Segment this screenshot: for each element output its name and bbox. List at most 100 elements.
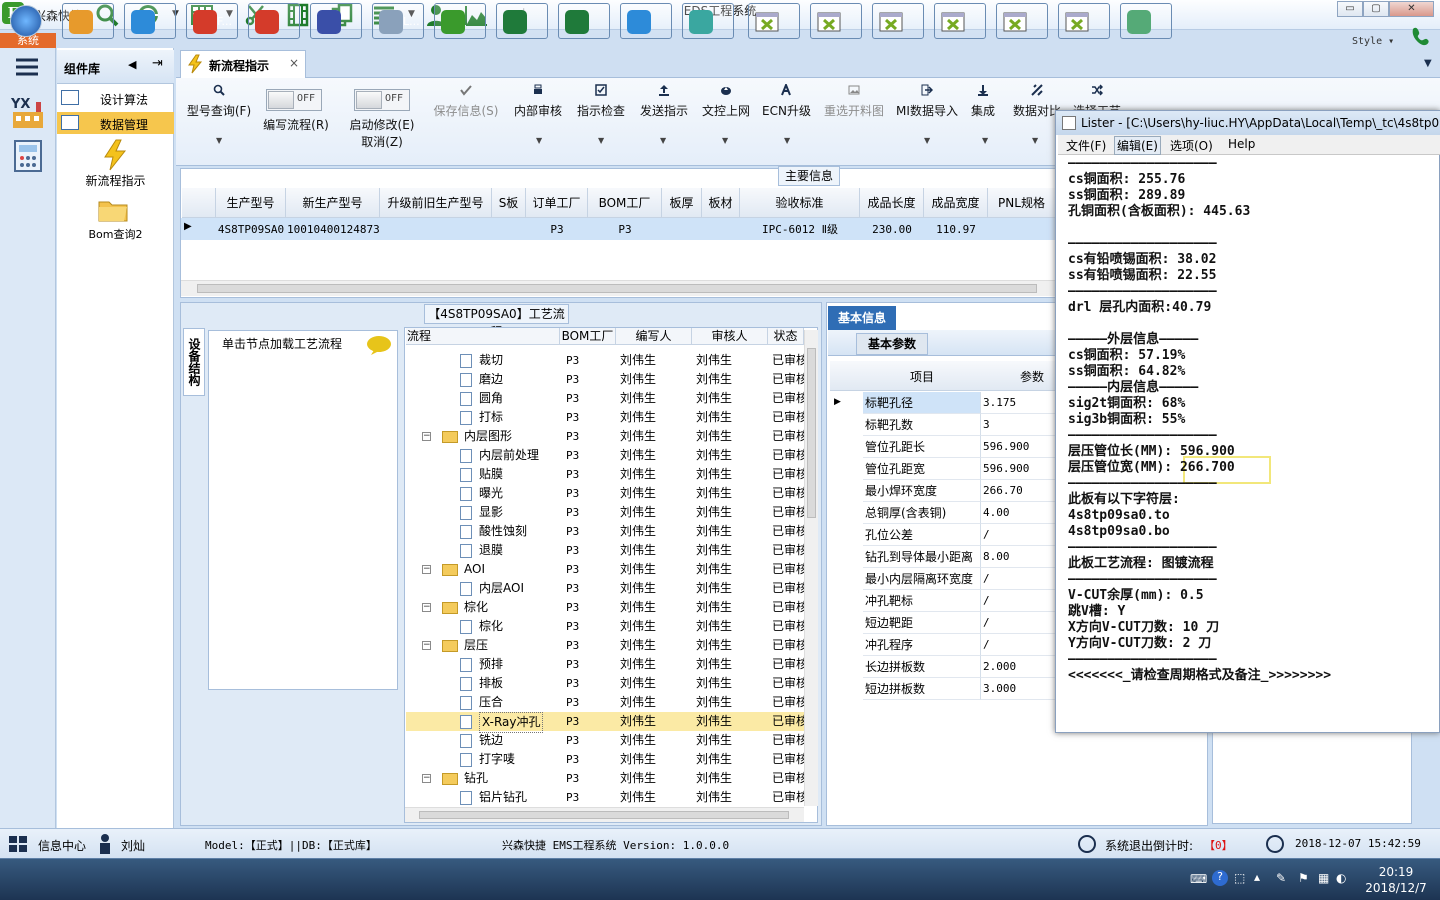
tab-basic-params[interactable]: 基本参数 (856, 333, 928, 355)
tree-row[interactable]: 磨边 P3 刘伟生 刘伟生 已审核 (406, 370, 808, 389)
tree-row[interactable]: X-Ray冲孔 P3 刘伟生 刘伟生 已审核 (406, 712, 808, 733)
tab-basic-info[interactable]: 基本信息 (828, 306, 896, 330)
scrollbar-thumb[interactable] (197, 284, 1037, 293)
tree-row[interactable]: 打标 P3 刘伟生 刘伟生 已审核 (406, 408, 808, 427)
param-row[interactable]: 标靶孔径 3.175 (830, 392, 1055, 414)
taskbar-button[interactable] (996, 3, 1048, 39)
collapse-icon[interactable]: − (422, 603, 431, 612)
param-value[interactable]: 3.175 (981, 392, 1055, 414)
collapse-icon[interactable]: − (422, 565, 431, 574)
param-row[interactable]: 冲孔靶标 / (830, 590, 1055, 612)
chevron-down-icon[interactable]: ▼ (660, 136, 666, 145)
nav-big-bom-query[interactable]: Bom查询2 (57, 226, 174, 242)
vertical-scrollbar[interactable] (804, 330, 818, 806)
taskbar-button[interactable] (682, 3, 734, 39)
scrollbar-thumb[interactable] (419, 811, 789, 819)
column-header[interactable]: 成品宽度 (924, 188, 988, 218)
table-cell[interactable]: P3 (589, 220, 661, 240)
hamburger-menu-icon[interactable] (14, 56, 40, 78)
column-header[interactable]: BOM工厂 (560, 328, 616, 345)
param-row[interactable]: 短边靶距 / (830, 612, 1055, 634)
type-query-button[interactable]: 型号查询(F) (184, 84, 254, 119)
tree-row[interactable]: 圆角 P3 刘伟生 刘伟生 已审核 (406, 389, 808, 408)
collapse-icon[interactable]: − (422, 432, 431, 441)
column-header[interactable]: 审核人 (692, 328, 768, 345)
param-row[interactable]: 钻孔到导体最小距离 8.00 (830, 546, 1055, 568)
taskbar-button[interactable] (124, 3, 176, 39)
help-icon[interactable]: ? (1212, 870, 1228, 886)
tree-row[interactable]: − 钻孔 P3 刘伟生 刘伟生 已审核 (406, 769, 808, 788)
taskbar-button[interactable] (310, 3, 362, 39)
taskbar-button[interactable] (4, 3, 48, 39)
ribbon-button-2[interactable]: 内部审核 (512, 84, 564, 119)
table-cell[interactable]: 4S8TP09SA0 (217, 220, 285, 240)
taskbar-button[interactable] (434, 3, 486, 39)
network-icon[interactable]: ▦ (1318, 871, 1329, 885)
taskbar-button[interactable] (1058, 3, 1110, 39)
taskbar-button[interactable] (872, 3, 924, 39)
column-header[interactable]: 成品长度 (860, 188, 924, 218)
param-row[interactable]: 最小焊环宽度 266.70 (830, 480, 1055, 502)
tree-row[interactable]: 曝光 P3 刘伟生 刘伟生 已审核 (406, 484, 808, 503)
nav-item-data-management[interactable]: 数据管理 (57, 112, 174, 134)
lister-menu-options[interactable]: 选项(O) (1170, 137, 1213, 154)
minimize-button[interactable]: ▭ (1337, 1, 1363, 17)
tree-row[interactable]: 棕化 P3 刘伟生 刘伟生 已审核 (406, 617, 808, 636)
chevron-down-icon[interactable]: ▼ (924, 136, 930, 145)
lister-menu-help[interactable]: Help (1228, 137, 1255, 151)
param-row[interactable]: 短边拼板数 3.000 (830, 678, 1055, 700)
collapse-icon[interactable]: − (422, 774, 431, 783)
chevron-down-icon[interactable]: ▼ (598, 136, 604, 145)
column-header[interactable]: 流程 (406, 328, 560, 345)
phone-icon[interactable] (1410, 26, 1432, 46)
nav-item-design-algorithm[interactable]: 设计算法 (57, 87, 174, 109)
param-row[interactable]: 管位孔距宽 596.900 (830, 458, 1055, 480)
taskbar-button[interactable] (248, 3, 300, 39)
param-value[interactable]: 266.70 (981, 480, 1055, 502)
tree-row[interactable]: − 内层图形 P3 刘伟生 刘伟生 已审核 (406, 427, 808, 446)
column-header[interactable]: 新生产型号 (286, 188, 380, 218)
param-value[interactable]: / (981, 612, 1055, 634)
chevron-down-icon[interactable]: ▼ (216, 136, 222, 145)
lister-menu-file[interactable]: 文件(F) (1066, 137, 1106, 154)
param-row[interactable]: 冲孔程序 / (830, 634, 1055, 656)
tree-row[interactable]: 酸性蚀刻 P3 刘伟生 刘伟生 已审核 (406, 522, 808, 541)
tray-arrow-icon[interactable]: ▴ (1254, 870, 1260, 884)
param-value[interactable]: 596.900 (981, 458, 1055, 480)
tree-row[interactable]: 裁切 P3 刘伟生 刘伟生 已审核 (406, 351, 808, 370)
tree-row[interactable]: 内层前处理 P3 刘伟生 刘伟生 已审核 (406, 446, 808, 465)
taskbar-button[interactable] (1120, 3, 1172, 39)
close-button[interactable]: ✕ (1389, 1, 1434, 17)
ribbon-button-1[interactable]: 保存信息(S) (430, 84, 502, 119)
ribbon-button-8[interactable]: MI数据导入 (892, 84, 962, 119)
taskbar-button[interactable] (62, 3, 114, 39)
column-header[interactable]: 升级前旧生产型号 (380, 188, 492, 218)
param-value[interactable]: / (981, 568, 1055, 590)
lightning-icon[interactable] (102, 139, 128, 171)
param-row[interactable]: 孔位公差 / (830, 524, 1055, 546)
tree-row[interactable]: 预排 P3 刘伟生 刘伟生 已审核 (406, 655, 808, 674)
param-value[interactable]: / (981, 590, 1055, 612)
tab-close-icon[interactable]: × (289, 56, 299, 70)
pen-icon[interactable]: ✎ (1276, 871, 1286, 885)
param-row[interactable]: 管位孔距长 596.900 (830, 436, 1055, 458)
taskbar-clock[interactable]: 20:19 2018/12/7 (1358, 864, 1434, 896)
table-cell[interactable]: 230.00 (861, 220, 923, 240)
ribbon-button-9[interactable]: 集成 (968, 84, 998, 119)
chevron-down-icon[interactable]: ▼ (982, 136, 988, 145)
column-header[interactable]: 编写人 (616, 328, 692, 345)
yx-factory-icon[interactable]: YX (10, 94, 46, 130)
column-header[interactable]: BOM工厂 (588, 188, 662, 218)
style-dropdown[interactable]: Style ▾ (1352, 36, 1394, 47)
tree-row[interactable]: 显影 P3 刘伟生 刘伟生 已审核 (406, 503, 808, 522)
lister-menu-edit[interactable]: 编辑(E) (1114, 136, 1161, 155)
scrollbar-thumb[interactable] (807, 348, 816, 518)
param-value[interactable]: / (981, 524, 1055, 546)
windows-grid-icon[interactable] (8, 835, 28, 853)
ribbon-button-3[interactable]: 指示检查 (574, 84, 628, 119)
volume-icon[interactable]: ◐ (1336, 871, 1346, 885)
tab-overflow-icon[interactable]: ▼ (1424, 58, 1432, 69)
nav-big-new-flow[interactable]: 新流程指示 (57, 172, 174, 189)
tree-row[interactable]: 排板 P3 刘伟生 刘伟生 已审核 (406, 674, 808, 693)
horizontal-scrollbar[interactable] (405, 807, 804, 822)
